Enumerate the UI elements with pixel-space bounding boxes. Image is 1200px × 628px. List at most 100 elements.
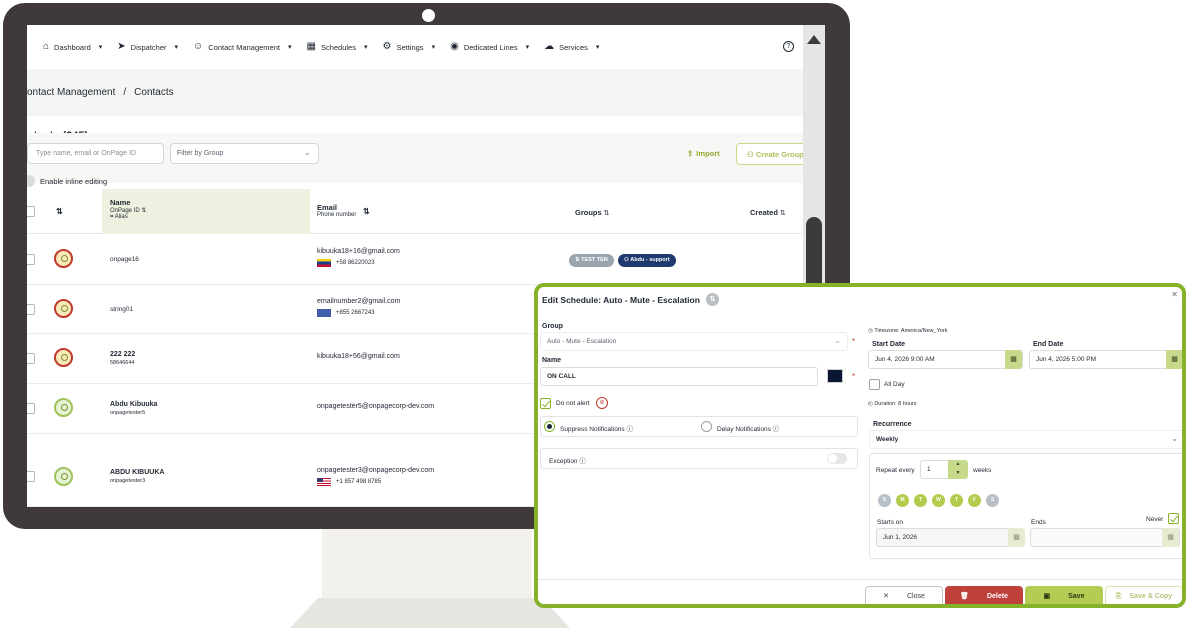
import-button[interactable]: ⇪ Import	[687, 149, 720, 158]
group-select[interactable]: Auto - Mute - Escalation ⌄	[540, 332, 848, 351]
group-tag[interactable]: ⇅ TEST TEN	[569, 254, 614, 267]
duration-value: Duration: 8 hours	[874, 401, 917, 407]
calendar-icon[interactable]: ▦	[1166, 350, 1182, 369]
edit-schedule-modal: Edit Schedule: Auto - Mute - Escalation …	[534, 283, 1186, 608]
repeat-stepper[interactable]: ▲ ▼	[948, 460, 968, 479]
phone-header-label: Phone number	[317, 212, 357, 218]
chevron-down-icon: ⌄	[834, 336, 841, 345]
create-group-button[interactable]: ⚇ Create Group	[736, 143, 803, 165]
select-all-checkbox[interactable]	[27, 206, 35, 217]
day-toggle-sunday[interactable]: S	[878, 494, 891, 507]
email-text: onpagetester3@onpagecorp-dev.com	[317, 467, 435, 474]
save-copy-button[interactable]: ⎘ Save & Copy	[1105, 586, 1182, 604]
avatar	[54, 348, 73, 367]
delete-button[interactable]: 🗑 Delete	[945, 586, 1023, 604]
day-toggle-monday[interactable]: M	[896, 494, 909, 507]
name-text: 222 222	[110, 351, 136, 358]
starts-on-input[interactable]: Jun 1, 2026	[876, 528, 1024, 547]
ends-on-input[interactable]	[1030, 528, 1180, 547]
info-icon[interactable]: ⓘ	[773, 426, 780, 433]
toggle-knob	[27, 175, 35, 187]
contact-name: 222 222 58646644	[110, 351, 135, 366]
breadcrumb-contact-management[interactable]: ontact Management	[27, 87, 115, 98]
save-copy-button-label: Save & Copy	[1129, 593, 1173, 600]
info-icon[interactable]: ⓘ	[579, 458, 586, 465]
close-icon[interactable]: ✕	[1171, 290, 1178, 299]
email-header[interactable]: Email Phone number	[317, 203, 356, 218]
exception-panel: Exception ⓘ	[540, 448, 858, 469]
table-row[interactable]: onpage16 kibuuka18+16@gmail.com +58 8622…	[27, 235, 803, 285]
schedule-color-swatch[interactable]	[827, 369, 843, 383]
created-header[interactable]: Created ⇅	[750, 208, 786, 217]
recurrence-value: Weekly	[876, 436, 899, 443]
name-header[interactable]: Name OnPage ID ⇅ ⌗ Alias	[110, 198, 146, 221]
save-button[interactable]: ▣ Save	[1025, 586, 1103, 604]
search-input[interactable]: Type name, email or OnPage ID	[27, 143, 164, 164]
recurrence-label: Recurrence	[873, 421, 912, 428]
delay-radio[interactable]	[701, 421, 712, 432]
required-mark: *	[852, 372, 856, 381]
end-date-input[interactable]: Jun 4, 2026 5:00 PM	[1029, 350, 1182, 369]
all-day-checkbox[interactable]	[869, 379, 880, 390]
nav-settings[interactable]: ⚙ Settings ▾	[382, 42, 435, 52]
sort-icon[interactable]: ⇅	[56, 207, 63, 216]
groups-header[interactable]: Groups ⇅	[575, 208, 610, 217]
name-header-label: Name	[110, 198, 131, 207]
row-checkbox[interactable]	[27, 353, 35, 364]
nav-dispatcher[interactable]: ➤ Dispatcher ▾	[117, 42, 178, 52]
cambodia-flag-icon	[317, 309, 331, 317]
cloud-icon: ☁	[544, 41, 555, 52]
help-icon[interactable]: ?	[783, 41, 794, 52]
name-input[interactable]: ON CALL	[540, 367, 818, 386]
modal-title: Edit Schedule: Auto - Mute - Escalation …	[542, 293, 719, 306]
day-toggle-wednesday[interactable]: W	[932, 494, 945, 507]
group-tag[interactable]: ⚇ Abdu - support	[618, 254, 676, 267]
row-checkbox[interactable]	[27, 471, 35, 482]
decrement-icon[interactable]: ▼	[948, 469, 968, 478]
day-toggle-tuesday[interactable]: T	[914, 494, 927, 507]
suppress-radio[interactable]	[544, 421, 555, 432]
calendar-icon[interactable]: ▦	[1008, 528, 1025, 547]
do-not-alert-checkbox[interactable]	[540, 398, 551, 409]
day-toggle-thursday[interactable]: T	[950, 494, 963, 507]
calendar-icon: ▦	[306, 41, 316, 52]
muted-bell-icon: ⊘	[596, 397, 608, 409]
row-checkbox[interactable]	[27, 254, 35, 265]
nav-services[interactable]: ☁ Services ▾	[544, 42, 599, 52]
nav-label: Services	[559, 42, 588, 52]
reorder-icon[interactable]: ⇅	[705, 293, 719, 306]
increment-icon[interactable]: ▲	[948, 460, 968, 469]
calendar-icon[interactable]: ▦	[1162, 528, 1179, 547]
top-nav: ⌂ Dashboard ▾ ➤ Dispatcher ▾ ☺ Contact M…	[27, 25, 803, 69]
day-toggle-friday[interactable]: F	[968, 494, 981, 507]
nav-dashboard[interactable]: ⌂ Dashboard ▾	[43, 42, 102, 52]
sort-icon[interactable]: ⇅	[363, 207, 370, 216]
phone-text: +855 2667243	[336, 310, 375, 316]
recurrence-select[interactable]: Weekly ⌄	[869, 430, 1182, 449]
alias-header: Alias	[114, 214, 128, 220]
breadcrumb-contacts: Contacts	[134, 87, 174, 98]
info-icon[interactable]: ⓘ	[626, 426, 633, 433]
email-text: emailnumber2@gmail.com	[317, 298, 401, 305]
calendar-icon[interactable]: ▦	[1005, 350, 1022, 369]
group-icon: ⚇	[747, 150, 756, 159]
nav-contact-management[interactable]: ☺ Contact Management ▾	[193, 42, 291, 52]
scroll-up-arrow-icon[interactable]	[807, 35, 821, 44]
group-filter-select[interactable]: Filter by Group ⌄	[170, 143, 319, 164]
nav-schedules[interactable]: ▦ Schedules ▾	[306, 42, 367, 52]
close-button[interactable]: ✕ Close	[865, 586, 943, 604]
never-checkbox[interactable]	[1168, 513, 1179, 524]
start-date-input[interactable]: Jun 4, 2026 9:00 AM	[868, 350, 1023, 369]
chevron-down-icon: ▾	[174, 44, 179, 51]
row-checkbox[interactable]	[27, 403, 35, 414]
contact-id: string01	[110, 306, 134, 313]
row-checkbox[interactable]	[27, 304, 35, 315]
sort-icon: ⇅	[603, 210, 610, 217]
nav-dedicated-lines[interactable]: ◉ Dedicated Lines ▾	[450, 42, 529, 52]
chevron-down-icon: ▾	[595, 44, 600, 51]
repeat-every-input[interactable]: 1	[920, 460, 950, 479]
save-button-label: Save	[1068, 593, 1085, 600]
inline-editing-toggle[interactable]: Enable inline editing	[27, 175, 107, 187]
exception-toggle[interactable]	[827, 453, 847, 464]
day-toggle-saturday[interactable]: S	[986, 494, 999, 507]
